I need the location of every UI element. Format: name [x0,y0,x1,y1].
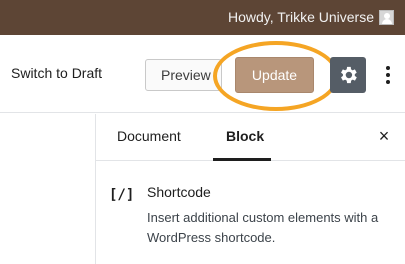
admin-bar: Howdy, Trikke Universe [0,0,405,35]
preview-button[interactable]: Preview [145,59,222,91]
settings-button[interactable] [330,57,366,93]
block-description: Insert additional custom elements with a… [147,210,379,245]
more-menu-button[interactable] [378,57,398,93]
settings-sidebar: Document Block × [/] Shortcode Insert ad… [95,114,405,264]
update-button[interactable]: Update [235,57,314,93]
user-avatar-icon[interactable] [379,10,394,25]
tab-block[interactable]: Block [226,128,264,144]
editor-content-area[interactable] [0,114,95,264]
tab-document[interactable]: Document [117,128,181,144]
block-card: [/] Shortcode Insert additional custom e… [96,162,405,264]
switch-to-draft-button[interactable]: Switch to Draft [11,65,102,81]
editor-header-toolbar: Switch to Draft Preview Update [0,35,405,113]
active-tab-indicator [213,158,271,161]
howdy-greeting[interactable]: Howdy, Trikke Universe [228,9,374,25]
block-title: Shortcode [147,184,211,200]
close-sidebar-button[interactable]: × [374,126,394,146]
gear-icon [341,66,357,84]
shortcode-icon: [/] [109,187,135,203]
sidebar-tabs: Document Block × [96,114,405,161]
